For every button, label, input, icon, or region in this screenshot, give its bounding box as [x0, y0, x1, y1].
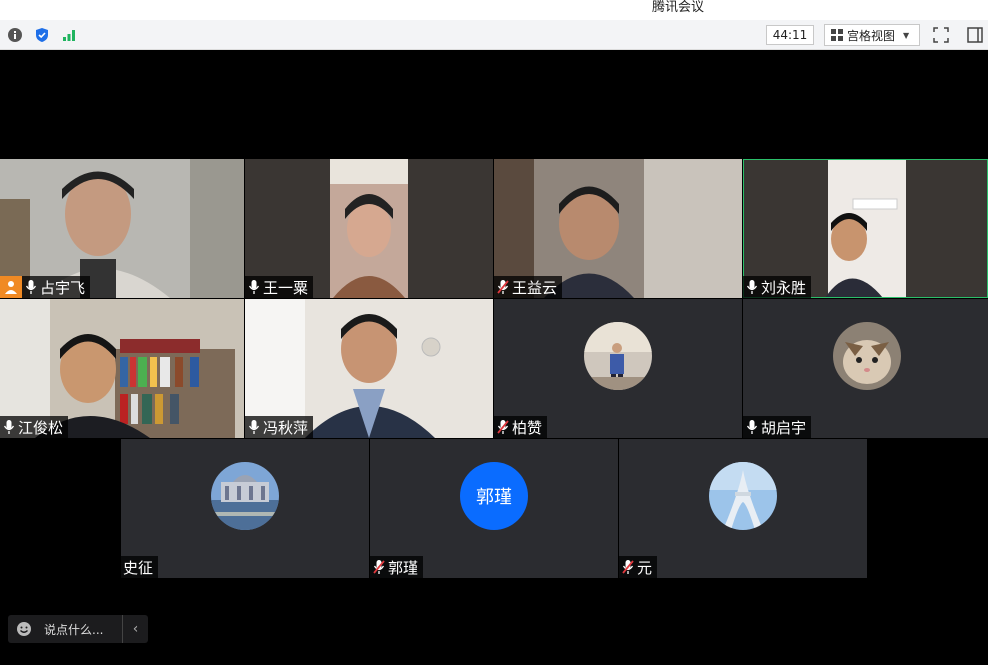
participant-tile[interactable]: 江俊松	[0, 299, 244, 438]
microphone-muted-icon	[497, 420, 509, 434]
microphone-icon	[248, 420, 260, 434]
participant-name-tag: 王益云	[494, 276, 563, 298]
fullscreen-icon[interactable]	[932, 26, 950, 44]
participant-tile[interactable]: 冯秋萍	[245, 299, 493, 438]
participant-name: 冯秋萍	[263, 418, 309, 437]
participant-name-tag: 刘永胜	[743, 276, 812, 298]
microphone-icon	[248, 280, 260, 294]
participant-name: 郭瑾	[388, 558, 419, 577]
participant-tile[interactable]: 郭瑾 郭瑾	[370, 439, 618, 578]
sidebar-toggle-icon[interactable]	[966, 26, 984, 44]
participant-tile[interactable]: 史征	[121, 439, 369, 578]
participant-name: 江俊松	[18, 418, 64, 437]
participant-name: 王一粟	[263, 278, 309, 297]
participant-name: 史征	[123, 558, 154, 577]
host-icon	[5, 281, 17, 294]
microphone-icon	[3, 420, 15, 434]
participant-name-tag: 元	[619, 556, 658, 578]
shield-icon[interactable]	[33, 26, 51, 44]
participant-name-tag: 柏赞	[494, 416, 548, 438]
participant-name-tag: 王一粟	[245, 276, 314, 298]
info-icon[interactable]	[6, 26, 24, 44]
participant-tile[interactable]: 胡启宇	[743, 299, 988, 438]
participant-name-tag: 胡启宇	[743, 416, 812, 438]
participant-tile[interactable]: 王益云	[494, 159, 742, 298]
chevron-down-icon: ▼	[903, 30, 910, 40]
title-bar: 腾讯会议	[0, 0, 988, 20]
video-grid: 占宇飞 王一粟 王益云 刘永胜 江俊松 冯秋萍 柏赞 胡启宇 史征 郭瑾 郭瑾 …	[0, 50, 988, 665]
participant-name-tag: 史征	[121, 556, 159, 578]
participant-name: 胡启宇	[761, 418, 807, 437]
chat-input-bar[interactable]: 说点什么... ‹	[8, 615, 148, 643]
participant-tile[interactable]: 占宇飞	[0, 159, 244, 298]
collapse-chevron-icon[interactable]: ‹	[122, 615, 148, 643]
participant-name: 柏赞	[512, 418, 543, 437]
participant-name: 王益云	[512, 278, 558, 297]
window-title: 腾讯会议	[652, 0, 705, 15]
participant-tile[interactable]: 元	[619, 439, 867, 578]
participant-name-tag: 江俊松	[0, 416, 69, 438]
participant-name: 元	[637, 558, 653, 577]
participant-name-tag: 冯秋萍	[245, 416, 314, 438]
chat-placeholder[interactable]: 说点什么...	[44, 621, 103, 638]
participant-tile[interactable]: 刘永胜	[743, 159, 988, 298]
emoji-icon[interactable]	[16, 621, 32, 637]
participant-name: 占宇飞	[40, 278, 86, 297]
meeting-toolbar: 44:11 宫格视图 ▼	[0, 20, 988, 50]
participant-tile[interactable]: 王一粟	[245, 159, 493, 298]
meeting-timer: 44:11	[766, 25, 814, 45]
signal-icon[interactable]	[60, 26, 78, 44]
microphone-icon	[25, 280, 37, 294]
avatar	[584, 322, 652, 390]
grid-view-icon	[831, 29, 843, 41]
host-badge	[0, 276, 22, 298]
avatar	[211, 462, 279, 530]
avatar	[709, 462, 777, 530]
microphone-icon	[746, 420, 758, 434]
view-mode-dropdown[interactable]: 宫格视图 ▼	[824, 24, 920, 46]
view-mode-label: 宫格视图	[847, 28, 896, 43]
avatar: 郭瑾	[460, 462, 528, 530]
participant-tile[interactable]: 柏赞	[494, 299, 742, 438]
microphone-icon	[746, 280, 758, 294]
participant-name-tag: 郭瑾	[370, 556, 424, 578]
participant-name: 刘永胜	[761, 278, 807, 297]
microphone-muted-icon	[622, 560, 634, 574]
microphone-muted-icon	[373, 560, 385, 574]
microphone-muted-icon	[497, 280, 509, 294]
participant-name-tag: 占宇飞	[22, 276, 91, 298]
avatar	[833, 322, 901, 390]
